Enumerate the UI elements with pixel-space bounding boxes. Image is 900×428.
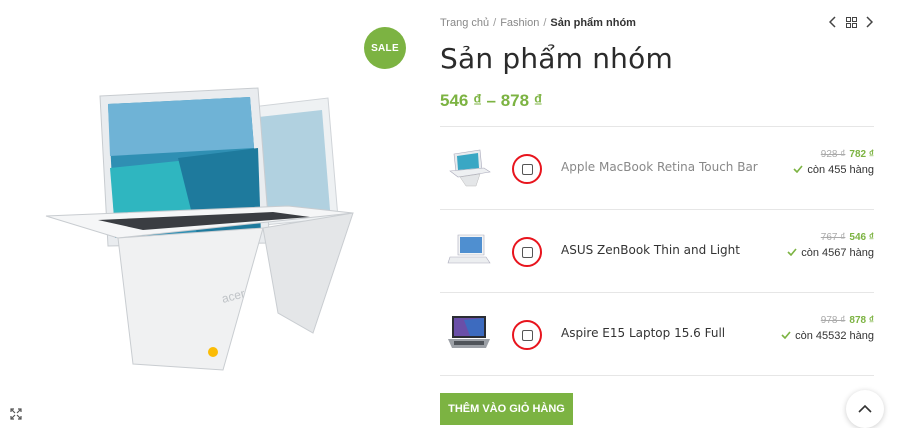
old-price: 928 ₫ bbox=[820, 149, 846, 160]
checkmark-icon bbox=[781, 330, 791, 342]
price-range: 546 ₫ – 878 ₫ bbox=[440, 91, 543, 110]
grouped-products-list: Apple MacBook Retina Touch Bar 928 ₫ 782 … bbox=[440, 126, 874, 376]
grouped-product-row: Aspire E15 Laptop 15.6 Full 978 ₫ 878 ₫ c… bbox=[440, 293, 874, 376]
stock-text: còn 4567 hàng bbox=[801, 247, 874, 259]
breadcrumb: Trang chủ / Fashion / Sản phẩm nhóm bbox=[440, 17, 636, 29]
select-checkbox-highlight bbox=[512, 237, 542, 267]
select-checkbox-highlight bbox=[512, 154, 542, 184]
scroll-to-top-button[interactable] bbox=[846, 390, 884, 428]
stock-status: còn 45532 hàng bbox=[781, 330, 874, 342]
chevron-up-icon bbox=[858, 400, 872, 418]
grouped-product-price: 928 ₫ 782 ₫ bbox=[821, 149, 874, 160]
add-to-cart-button[interactable]: THÊM VÀO GIỎ HÀNG bbox=[440, 393, 573, 425]
breadcrumb-current: Sản phẩm nhóm bbox=[550, 17, 636, 29]
current-price: 546 ₫ bbox=[849, 232, 874, 243]
old-price: 978 ₫ bbox=[820, 315, 846, 326]
grouped-product-name[interactable]: Aspire E15 Laptop 15.6 Full bbox=[561, 326, 725, 340]
breadcrumb-separator: / bbox=[493, 17, 497, 29]
stock-status: còn 455 hàng bbox=[793, 164, 874, 176]
grouped-product-name[interactable]: Apple MacBook Retina Touch Bar bbox=[561, 160, 758, 174]
expand-icon bbox=[10, 407, 22, 425]
grouped-product-row: Apple MacBook Retina Touch Bar 928 ₫ 782 … bbox=[440, 127, 874, 210]
breadcrumb-separator: / bbox=[543, 17, 547, 29]
product-gallery: SALE acer bbox=[0, 0, 415, 428]
product-title: Sản phẩm nhóm bbox=[440, 42, 673, 75]
select-checkbox[interactable] bbox=[521, 329, 533, 341]
current-price: 782 ₫ bbox=[849, 149, 874, 160]
breadcrumb-home[interactable]: Trang chủ bbox=[440, 17, 489, 29]
chevron-left-icon[interactable] bbox=[827, 14, 839, 30]
product-thumbnail[interactable] bbox=[446, 310, 492, 356]
grid-icon[interactable] bbox=[845, 14, 857, 30]
current-price: 878 ₫ bbox=[849, 315, 874, 326]
product-main-image[interactable]: acer bbox=[38, 78, 368, 378]
product-thumbnail[interactable] bbox=[446, 227, 492, 273]
grouped-product-price: 767 ₫ 546 ₫ bbox=[821, 232, 874, 243]
zoom-button[interactable] bbox=[0, 400, 32, 428]
stock-text: còn 455 hàng bbox=[807, 164, 874, 176]
grouped-product-name[interactable]: ASUS ZenBook Thin and Light bbox=[561, 243, 740, 257]
grouped-product-price: 978 ₫ 878 ₫ bbox=[821, 315, 874, 326]
sale-badge: SALE bbox=[364, 27, 406, 69]
checkmark-icon bbox=[793, 164, 803, 176]
stock-status: còn 4567 hàng bbox=[787, 247, 874, 259]
old-price: 767 ₫ bbox=[820, 232, 846, 243]
product-navigation bbox=[827, 14, 875, 30]
product-thumbnail[interactable] bbox=[446, 144, 492, 190]
grouped-product-row: ASUS ZenBook Thin and Light 767 ₫ 546 ₫ c… bbox=[440, 210, 874, 293]
select-checkbox-highlight bbox=[512, 320, 542, 350]
breadcrumb-fashion[interactable]: Fashion bbox=[500, 17, 539, 29]
stock-text: còn 45532 hàng bbox=[795, 330, 874, 342]
product-summary: Trang chủ / Fashion / Sản phẩm nhóm Sản phẩm… bbox=[440, 0, 880, 428]
checkmark-icon bbox=[787, 247, 797, 259]
select-checkbox[interactable] bbox=[521, 163, 533, 175]
select-checkbox[interactable] bbox=[521, 246, 533, 258]
chevron-right-icon[interactable] bbox=[863, 14, 875, 30]
